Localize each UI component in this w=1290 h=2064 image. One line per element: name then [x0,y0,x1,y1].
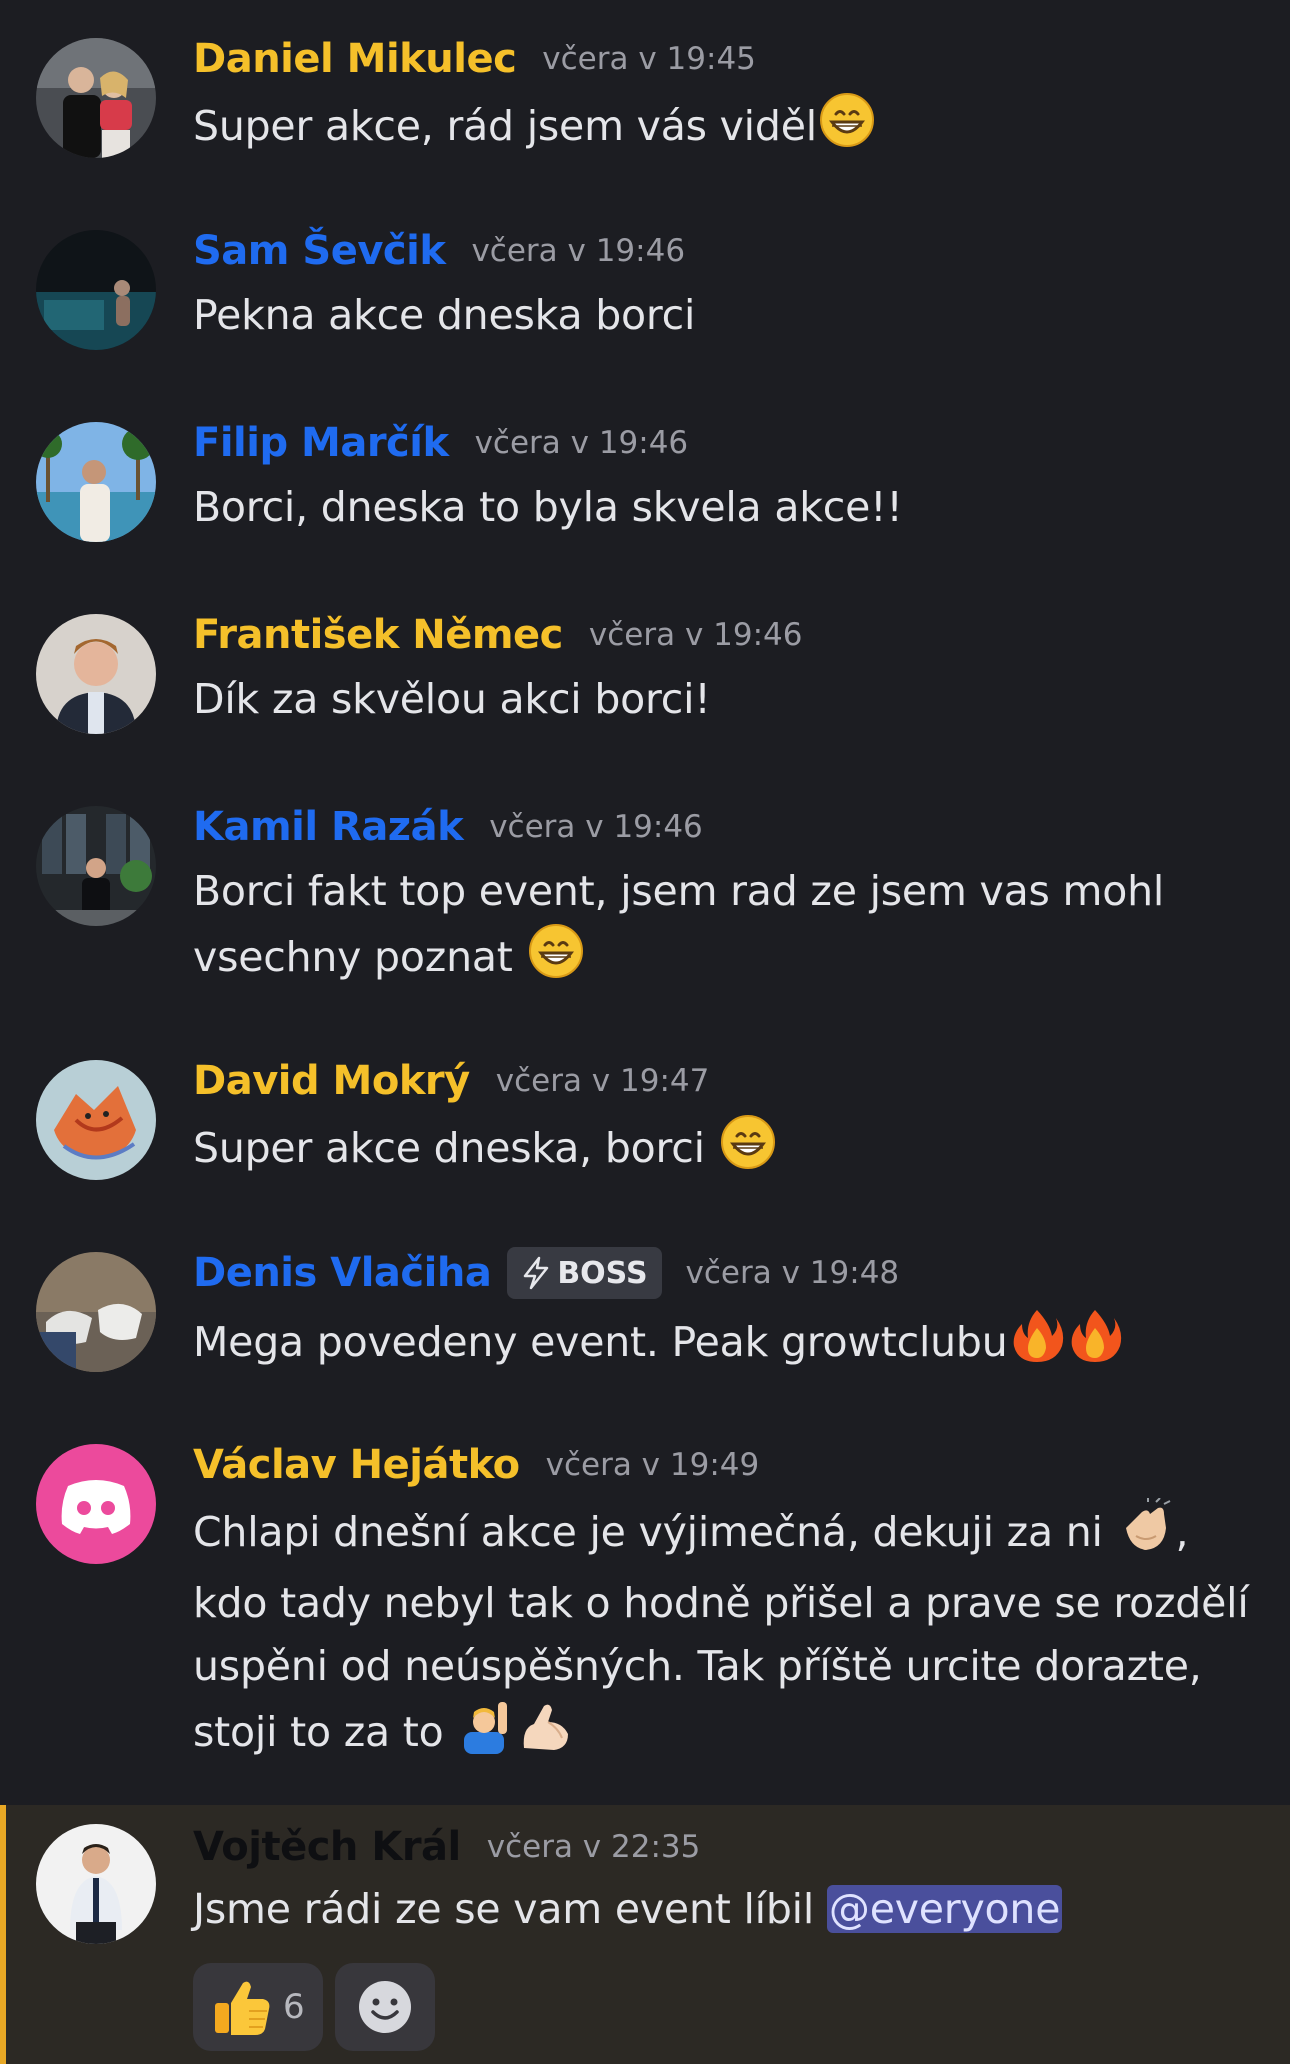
avatar[interactable] [36,1824,156,1944]
username[interactable]: Daniel Mikulec [193,36,517,82]
grinning-face-emoji-icon [720,1114,776,1188]
username[interactable]: Vojtěch Král [193,1824,461,1870]
avatar[interactable] [36,1060,156,1180]
message-header: Sam Ševčik včera v 19:46 [193,222,685,280]
smiley-add-reaction-icon [358,1981,411,2033]
avatar[interactable] [36,1252,156,1372]
timestamp: včera v 19:46 [489,809,703,845]
message-content: Super akce dneska, borci [193,1124,705,1172]
grinning-face-emoji-icon [528,923,584,997]
avatar[interactable] [36,1444,156,1564]
grinning-face-emoji-icon [819,92,875,166]
timestamp: včera v 19:49 [545,1447,760,1483]
role-tag-label: BOSS [557,1255,648,1291]
message-content: Mega povedeny event. Peak growtclubu [193,1318,1008,1366]
everyone-mention[interactable]: @everyone [826,1885,1063,1933]
fire-emoji-icon [1068,1306,1122,1382]
timestamp: včera v 19:48 [685,1255,900,1291]
username[interactable]: František Němec [193,612,563,658]
message-text: Pekna akce dneska borci [193,284,1268,347]
username[interactable]: David Mokrý [193,1058,470,1104]
message-text: Dík za skvělou akci borci! [193,668,1268,731]
message-text: Super akce, rád jsem vás viděl [193,92,1268,166]
mention-highlight-bar [0,1805,6,2064]
thumbs-up-icon [215,1981,270,2035]
timestamp: včera v 22:35 [486,1829,701,1865]
timestamp: včera v 19:46 [474,425,689,461]
flexed-biceps-emoji-icon [518,1698,574,1772]
message-text: Borci fakt top event, jsem rad ze jsem v… [193,860,1268,997]
message-header: Vojtěch Král včera v 22:35 [193,1818,700,1876]
message-text: Chlapi dnešní akce je výjimečná, dekuji … [193,1497,1268,1772]
message-content: Jsme rádi ze se vam event líbil [193,1885,815,1933]
message-content: Dík za skvělou akci borci! [193,675,711,723]
avatar[interactable] [36,422,156,542]
reaction-thumbs-up[interactable]: 6 [193,1963,323,2051]
add-reaction-button[interactable] [334,1963,435,2051]
username[interactable]: Kamil Razák [193,804,464,850]
role-tag: BOSS [507,1247,662,1299]
fire-emoji-icon [1010,1306,1064,1382]
reaction-count: 6 [283,1987,305,2027]
username[interactable]: Filip Marčík [193,420,449,466]
message-header: Denis Vlačiha BOSS včera v 19:48 [193,1244,899,1302]
message-header: Filip Marčík včera v 19:46 [193,414,688,472]
avatar[interactable] [36,230,156,350]
message-content-line-2: vsechny poznat [193,933,513,981]
message-header: František Němec včera v 19:46 [193,606,803,664]
message-text: Mega povedeny event. Peak growtclubu [193,1306,1268,1382]
reactions-bar: 6 [193,1963,435,2051]
avatar[interactable] [36,614,156,734]
clapping-hands-emoji-icon [1118,1497,1174,1572]
timestamp: včera v 19:45 [542,41,756,77]
man-raising-hand-emoji-icon [458,1698,514,1772]
message-header: Kamil Razák včera v 19:46 [193,798,703,856]
message-content-part-1: Chlapi dnešní akce je výjimečná, dekuji … [193,1508,1103,1556]
lightning-icon [524,1256,549,1290]
username[interactable]: Václav Hejátko [193,1442,520,1488]
timestamp: včera v 19:46 [471,233,686,269]
avatar[interactable] [36,38,156,158]
message-header: Václav Hejátko včera v 19:49 [193,1436,759,1494]
message-content-line-1: Borci fakt top event, jsem rad ze jsem v… [193,867,1165,915]
message-text: Super akce dneska, borci [193,1114,1268,1188]
message-header: Daniel Mikulec včera v 19:45 [193,30,756,88]
message-text: Jsme rádi ze se vam event líbil @everyon… [193,1878,1268,1941]
timestamp: včera v 19:47 [495,1063,710,1099]
message-content: Borci, dneska to byla skvela akce!! [193,483,903,531]
message-content: Super akce, rád jsem vás viděl [193,102,817,150]
message-content: Pekna akce dneska borci [193,291,696,339]
avatar[interactable] [36,806,156,926]
message-text: Borci, dneska to byla skvela akce!! [193,476,1268,539]
username[interactable]: Denis Vlačiha [193,1250,492,1296]
username[interactable]: Sam Ševčik [193,228,446,274]
message-header: David Mokrý včera v 19:47 [193,1052,709,1110]
timestamp: včera v 19:46 [588,617,803,653]
